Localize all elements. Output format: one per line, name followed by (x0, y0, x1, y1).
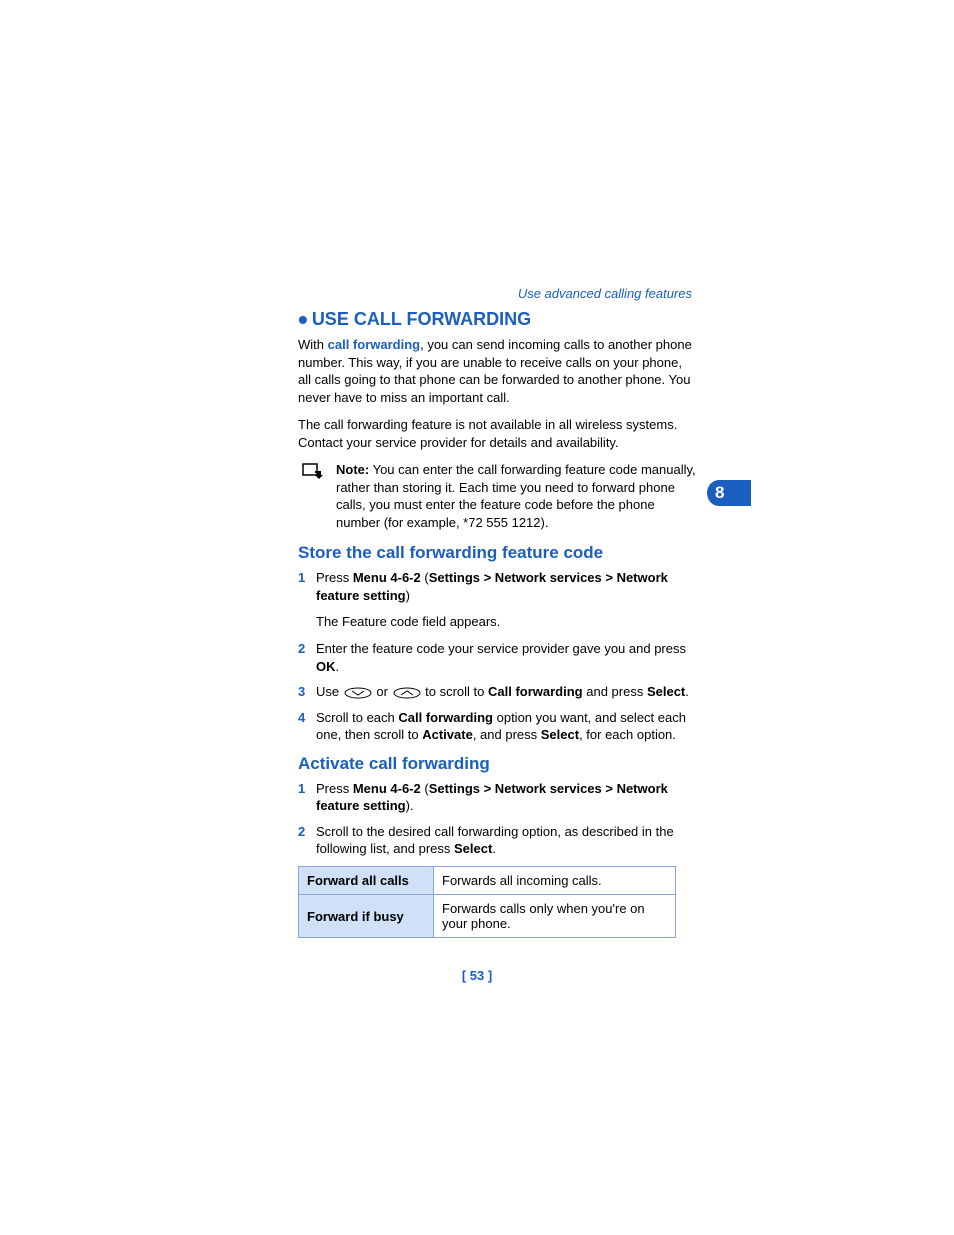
table-row: Forward if busy Forwards calls only when… (299, 895, 676, 938)
step-body: Press Menu 4-6-2 (Settings > Network ser… (316, 780, 698, 815)
text: . (492, 841, 496, 856)
scroll-up-key-icon (393, 687, 421, 699)
text: Menu 4-6-2 (353, 781, 421, 796)
text: to scroll to (422, 684, 488, 699)
text: , and press (473, 727, 541, 742)
store-step-3: 3 Use or to scroll to Call forwarding an… (298, 683, 698, 701)
text: Select (541, 727, 579, 742)
step-body: Scroll to the desired call forwarding op… (316, 823, 698, 858)
text: Call forwarding (488, 684, 583, 699)
text: Select (647, 684, 685, 699)
note-icon (302, 463, 326, 481)
text: With (298, 337, 328, 352)
text: Scroll to each (316, 710, 398, 725)
table-row: Forward all calls Forwards all incoming … (299, 867, 676, 895)
chapter-tab: 8 (707, 480, 751, 506)
step-number: 3 (298, 683, 316, 701)
step-number: 1 (298, 780, 316, 798)
store-title: Store the call forwarding feature code (298, 543, 698, 563)
text: Use (316, 684, 343, 699)
bullet-icon: • (298, 304, 308, 335)
text: Select (454, 841, 492, 856)
store-step-1: 1 Press Menu 4-6-2 (Settings > Network s… (298, 569, 698, 604)
store-step-2: 2 Enter the feature code your service pr… (298, 640, 698, 675)
note-block: Note: You can enter the call forwarding … (298, 461, 698, 531)
activate-step-1: 1 Press Menu 4-6-2 (Settings > Network s… (298, 780, 698, 815)
intro-paragraph: With call forwarding, you can send incom… (298, 336, 698, 406)
text: or (373, 684, 392, 699)
section-title-text: USE CALL FORWARDING (312, 309, 531, 329)
scroll-down-key-icon (344, 687, 372, 699)
running-header: Use advanced calling features (298, 286, 692, 301)
table-label: Forward if busy (299, 895, 434, 938)
text: and press (583, 684, 647, 699)
text: ( (421, 781, 429, 796)
activate-step-2: 2 Scroll to the desired call forwarding … (298, 823, 698, 858)
text: Enter the feature code your service prov… (316, 641, 686, 656)
text: Activate (422, 727, 473, 742)
step-body: Use or to scroll to Call forwarding and … (316, 683, 698, 701)
note-text: Note: You can enter the call forwarding … (336, 461, 698, 531)
call-forwarding-link[interactable]: call forwarding (328, 337, 420, 352)
text: ). (406, 798, 414, 813)
table-desc: Forwards all incoming calls. (434, 867, 676, 895)
text: . (685, 684, 689, 699)
text: , for each option. (579, 727, 676, 742)
store-step-1-sub: The Feature code field appears. (316, 613, 698, 631)
activate-title: Activate call forwarding (298, 754, 698, 774)
text: ( (421, 570, 429, 585)
text: . (336, 659, 340, 674)
forwarding-table: Forward all calls Forwards all incoming … (298, 866, 676, 938)
text: ) (406, 588, 410, 603)
step-number: 1 (298, 569, 316, 587)
section-title: •USE CALL FORWARDING (298, 309, 698, 330)
text: Press (316, 781, 353, 796)
store-step-4: 4 Scroll to each Call forwarding option … (298, 709, 698, 744)
step-number: 4 (298, 709, 316, 727)
text: Menu 4-6-2 (353, 570, 421, 585)
page-number: [ 53 ] (0, 968, 954, 983)
step-body: Press Menu 4-6-2 (Settings > Network ser… (316, 569, 698, 604)
table-desc: Forwards calls only when you're on your … (434, 895, 676, 938)
availability-paragraph: The call forwarding feature is not avail… (298, 416, 698, 451)
step-body: Scroll to each Call forwarding option yo… (316, 709, 698, 744)
note-label: Note: (336, 462, 369, 477)
page-content: Use advanced calling features •USE CALL … (298, 286, 698, 938)
text: OK (316, 659, 336, 674)
note-body: You can enter the call forwarding featur… (336, 462, 696, 530)
step-body: Enter the feature code your service prov… (316, 640, 698, 675)
step-number: 2 (298, 640, 316, 658)
table-label: Forward all calls (299, 867, 434, 895)
text: Press (316, 570, 353, 585)
text: Call forwarding (398, 710, 493, 725)
step-number: 2 (298, 823, 316, 841)
